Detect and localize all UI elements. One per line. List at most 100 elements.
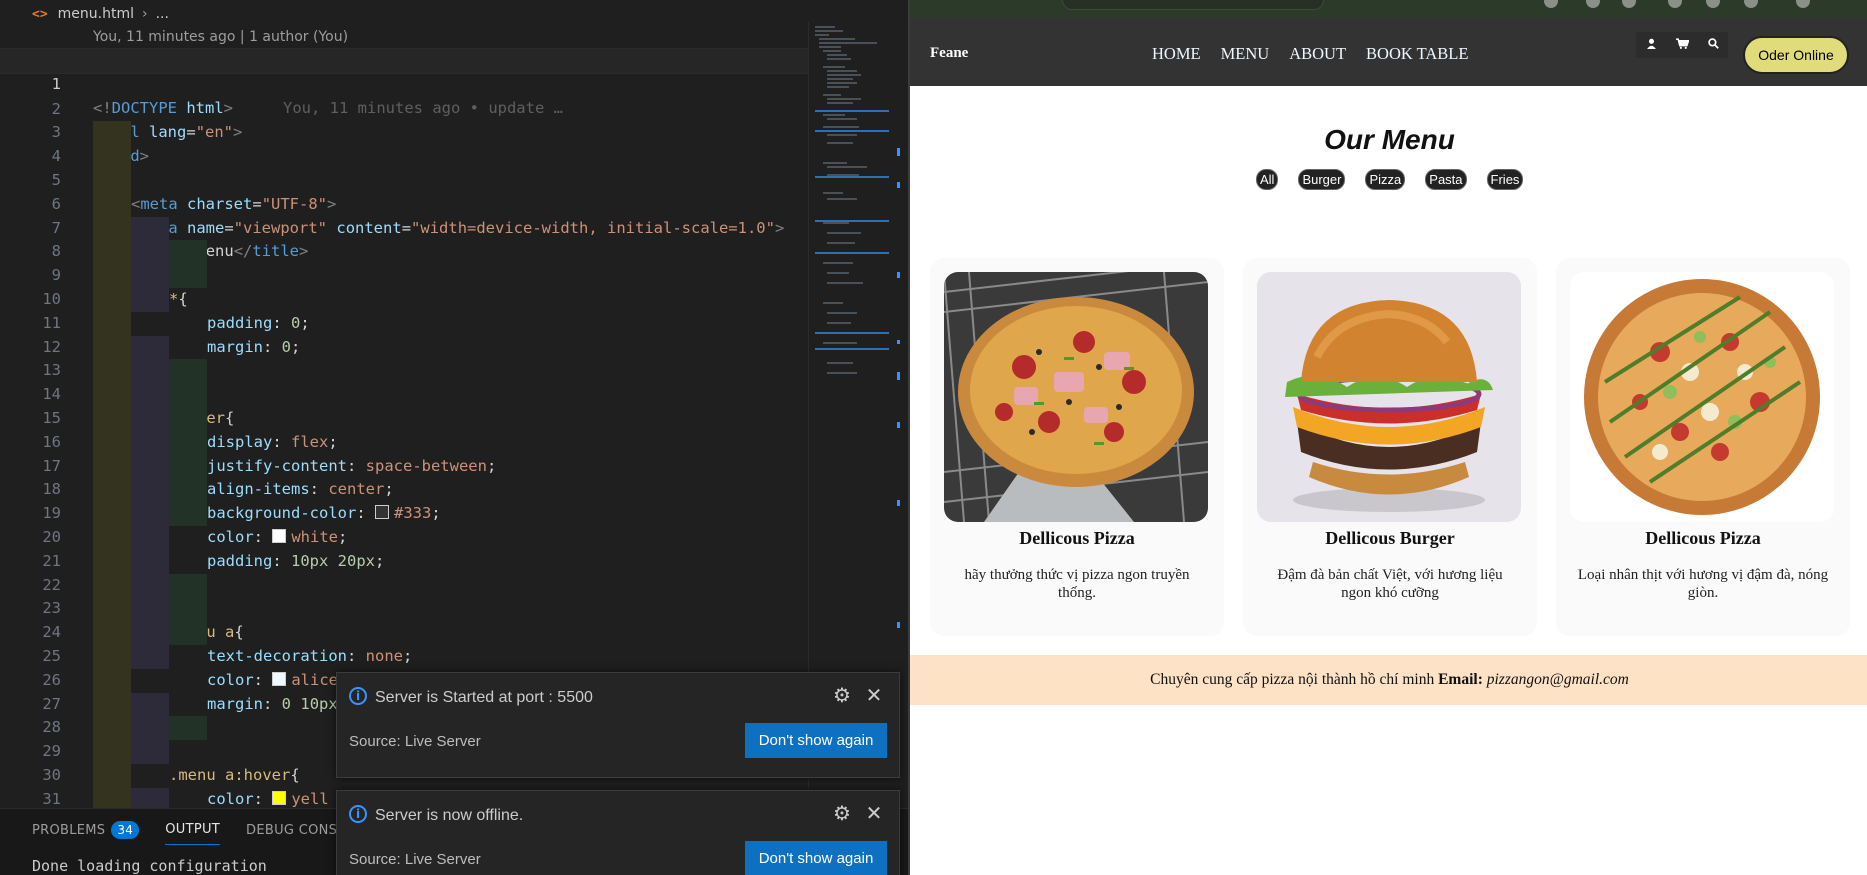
code-line[interactable]: 1 <!DOCTYPE html> You, 11 minutes ago • u…: [0, 48, 808, 117]
problems-count-badge: 34: [111, 821, 140, 839]
site-footer: Chuyên cung cấp pizza nội thành hồ chí m…: [910, 655, 1867, 705]
code-line[interactable]: 13 header{: [0, 335, 808, 427]
notification-toast: i Server is now offline. ⚙ ✕ Source: Liv…: [336, 790, 900, 875]
extension-icon[interactable]: [1744, 0, 1758, 8]
code-line[interactable]: 3 <head>: [0, 98, 808, 165]
footer-email-label: Email:: [1438, 671, 1483, 688]
filter-all-button[interactable]: All: [1256, 169, 1279, 190]
user-icon[interactable]: [1646, 38, 1657, 52]
code-line[interactable]: 8 *{: [0, 216, 808, 308]
code-line[interactable]: 23 text-decoration: none;: [0, 573, 808, 665]
code-line[interactable]: 26 }: [0, 644, 808, 736]
card-title: Dellicous Pizza: [1645, 528, 1761, 548]
code-line[interactable]: 5 <meta name="viewport" content="width=d…: [0, 145, 808, 237]
code-line[interactable]: 21 }: [0, 525, 808, 617]
menu-card[interactable]: Dellicous Pizza Loại nhân thịt với hương…: [1556, 258, 1850, 636]
code-line[interactable]: 2 <html lang="en">: [0, 74, 808, 142]
info-icon: i: [349, 687, 367, 705]
gear-icon[interactable]: ⚙: [831, 685, 853, 707]
editor-breadcrumb: <> menu.html › ...: [0, 0, 908, 28]
footer-text: Chuyên cung cấp pizza nội thành hồ chí m…: [1150, 671, 1435, 688]
profile-icon[interactable]: [1796, 0, 1810, 8]
breadcrumb-filename[interactable]: menu.html: [58, 6, 134, 22]
close-icon[interactable]: ✕: [863, 685, 885, 707]
code-line[interactable]: 19 padding: 10px 20px;: [0, 478, 808, 570]
code-line[interactable]: 18 color: white;: [0, 454, 808, 546]
filter-pasta-button[interactable]: Pasta: [1425, 169, 1467, 190]
code-line[interactable]: 11 }: [0, 287, 808, 379]
code-editor: <> menu.html › ... You, 11 minutes ago |…: [0, 0, 908, 875]
code-line[interactable]: 15 justify-content: space-between;: [0, 383, 808, 475]
code-line[interactable]: 9 padding: 0;: [0, 240, 808, 332]
tab-label: DEBUG CONSO: [246, 822, 348, 838]
breadcrumb-more[interactable]: ...: [156, 6, 169, 22]
menu-card[interactable]: Dellicous Burger Đậm đà bản chất Việt, v…: [1243, 258, 1537, 636]
html-file-icon: <>: [32, 6, 48, 22]
code-line[interactable]: 6 <title>menu</title>: [0, 168, 808, 260]
tab-label: PROBLEMS: [32, 822, 106, 838]
extension-icon[interactable]: [1586, 0, 1600, 8]
nav-home[interactable]: HOME: [1152, 44, 1201, 64]
card-description: hãy thưởng thức vị pizza ngon truyền thố…: [964, 567, 1190, 601]
card-title: Dellicous Pizza: [1019, 528, 1135, 548]
tab-problems[interactable]: PROBLEMS 34: [32, 821, 140, 845]
tab-label: OUTPUT: [165, 822, 221, 837]
gear-icon[interactable]: ⚙: [831, 803, 853, 825]
code-line[interactable]: 17 background-color: #333;: [0, 430, 808, 522]
browser-toolbar: [910, 0, 1867, 18]
extension-icon[interactable]: [1544, 0, 1558, 8]
close-icon[interactable]: ✕: [863, 803, 885, 825]
notification-source: Source: Live Server: [349, 733, 481, 750]
dont-show-again-button[interactable]: Don't show again: [745, 723, 887, 758]
nav-about[interactable]: ABOUT: [1289, 44, 1346, 64]
main-nav: HOME MENU ABOUT BOOK TABLE: [1142, 44, 1478, 64]
filter-burger-button[interactable]: Burger: [1298, 169, 1346, 190]
tab-debug-console[interactable]: DEBUG CONSO: [246, 821, 348, 845]
card-description: Đậm đà bản chất Việt, với hương liệu ngo…: [1277, 567, 1503, 601]
code-line[interactable]: 12: [0, 311, 808, 356]
menu-card[interactable]: Dellicous Pizza hãy thưởng thức vị pizza…: [930, 258, 1224, 636]
code-line[interactable]: 20: [0, 502, 808, 546]
notification-toast: i Server is Started at port : 5500 ⚙ ✕ S…: [336, 672, 900, 778]
notification-message: Server is now offline.: [375, 807, 524, 824]
nav-book-table[interactable]: BOOK TABLE: [1366, 44, 1468, 64]
code-line[interactable]: 16 align-items: center;: [0, 406, 808, 498]
search-icon[interactable]: [1707, 38, 1719, 52]
code-line[interactable]: 10 margin: 0;: [0, 264, 808, 356]
codelens-blame[interactable]: You, 11 minutes ago | 1 author (You): [93, 29, 348, 45]
notification-source: Source: Live Server: [349, 851, 481, 868]
code-line[interactable]: 22 .menu a{: [0, 549, 808, 641]
notification-message: Server is Started at port : 5500: [375, 689, 593, 706]
chevron-right-icon: ›: [142, 6, 148, 22]
extension-icon[interactable]: [1622, 0, 1636, 8]
extension-icon[interactable]: [1706, 0, 1720, 8]
dont-show-again-button[interactable]: Don't show again: [745, 841, 887, 875]
pizza-image: [944, 272, 1208, 522]
address-bar[interactable]: [1062, 0, 1324, 10]
panel-tabs: PROBLEMS 34 OUTPUT DEBUG CONSO: [32, 821, 348, 845]
browser-preview: Feane HOME MENU ABOUT BOOK TABLE Oder On…: [908, 0, 1867, 875]
filter-pizza-button[interactable]: Pizza: [1365, 169, 1406, 190]
card-title: Dellicous Burger: [1325, 528, 1455, 548]
cart-icon[interactable]: [1675, 38, 1690, 52]
code-line[interactable]: 24 color: aliceblue;: [0, 597, 808, 689]
filter-fries-button[interactable]: Fries: [1486, 169, 1524, 190]
burger-image: [1257, 272, 1521, 522]
code-line[interactable]: 7 <style>: [0, 192, 808, 284]
brand-logo[interactable]: Feane: [930, 45, 968, 62]
page-title: Our Menu: [1324, 124, 1455, 155]
nav-menu[interactable]: MENU: [1221, 44, 1270, 64]
order-online-button[interactable]: Oder Online: [1743, 36, 1849, 74]
code-line[interactable]: 4 <meta charset="UTF-8">: [0, 121, 808, 213]
card-description: Loại nhân thịt với hương vị đậm đà, nóng…: [1577, 567, 1829, 601]
code-line[interactable]: 25 margin: 0 10px;: [0, 621, 808, 713]
output-text: Done loading configuration: [32, 857, 267, 875]
tab-output[interactable]: OUTPUT: [165, 821, 221, 845]
pizza-image: [1570, 272, 1834, 522]
site-header: Feane HOME MENU ABOUT BOOK TABLE Oder On…: [910, 18, 1867, 86]
info-icon: i: [349, 805, 367, 823]
code-line[interactable]: 14 display: flex;: [0, 359, 808, 451]
menu-filters: All Burger Pizza Pasta Fries: [1256, 169, 1524, 190]
footer-email[interactable]: pizzangon@gmail.com: [1487, 671, 1629, 688]
extension-icon[interactable]: [1668, 0, 1682, 8]
